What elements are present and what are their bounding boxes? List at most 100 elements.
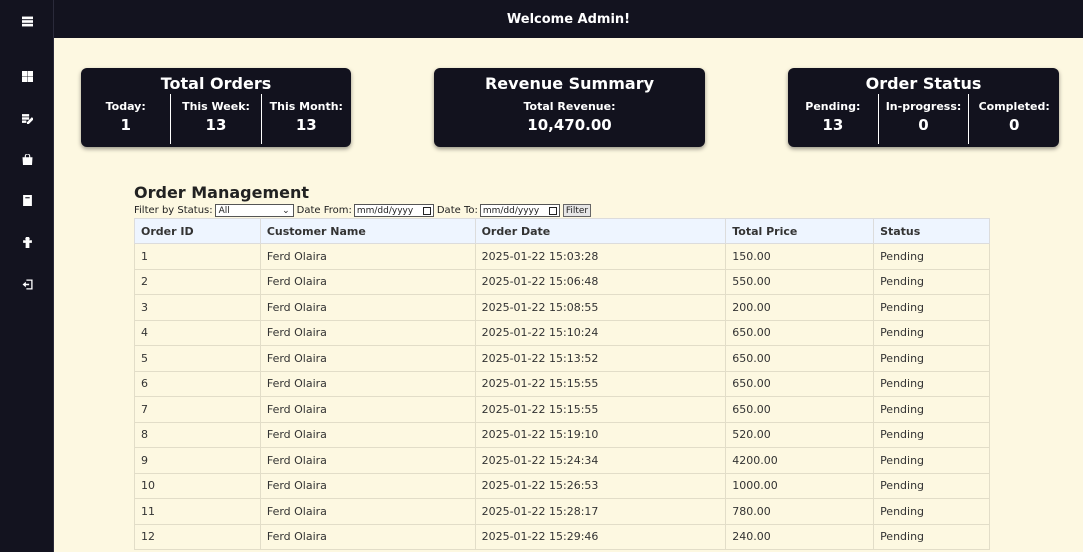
stat-label: Completed: [978, 100, 1050, 113]
order-date-cell: 2025-01-22 15:29:46 [474, 523, 727, 550]
stat-value: 13 [295, 116, 317, 134]
table-row: 7 Ferd Olaira 2025-01-22 15:15:55 650.00 Pen… [134, 396, 990, 423]
table-row: 12 Ferd Olaira 2025-01-22 15:29:46 240.00 Pe… [134, 523, 990, 550]
order-date-cell: 2025-01-22 15:24:34 [474, 447, 727, 474]
column-header: Order Date [474, 218, 727, 244]
order-id-cell: 4 [134, 319, 261, 346]
week-stat: This Week: 13 [170, 94, 260, 144]
status-select-value: All [218, 205, 230, 216]
status-filter-label: Filter by Status: [134, 205, 213, 216]
total-price-cell: 780.00 [725, 498, 875, 525]
orders-icon[interactable] [0, 108, 54, 128]
stat-label: This Week: [182, 100, 250, 113]
month-stat: This Month: 13 [260, 94, 351, 144]
table-row: 5 Ferd Olaira 2025-01-22 15:13:52 650.00 Pen… [134, 345, 990, 372]
logout-icon[interactable] [0, 274, 54, 294]
order-date-cell: 2025-01-22 15:28:17 [474, 498, 727, 525]
customer-name-cell: Ferd Olaira [259, 319, 476, 346]
status-select[interactable]: All ⌄ [214, 204, 294, 217]
book-icon[interactable] [0, 190, 54, 210]
column-header: Status [873, 218, 990, 244]
stat-value: 10,470.00 [527, 116, 612, 134]
date-to-input[interactable]: mm/dd/yyyy [479, 204, 560, 217]
order-date-cell: 2025-01-22 15:08:55 [474, 294, 727, 321]
user-icon[interactable] [0, 232, 54, 252]
stat-label: Total Revenue: [523, 100, 616, 113]
stat-value: 0 [918, 116, 929, 134]
stat-label: In-progress: [885, 100, 962, 113]
table-row: 2 Ferd Olaira 2025-01-22 15:06:48 550.00 Pen… [134, 268, 990, 295]
column-header: Order ID [134, 218, 261, 244]
table-row: 9 Ferd Olaira 2025-01-22 15:24:34 4200.00 Pe… [134, 447, 990, 474]
total-revenue-stat: Total Revenue: 10,470.00 [434, 94, 705, 144]
total-price-cell: 650.00 [725, 319, 875, 346]
total-price-cell: 240.00 [725, 523, 875, 550]
orders-table: Order ID Customer Name Order Date Total … [134, 218, 990, 550]
order-date-cell: 2025-01-22 15:10:24 [474, 319, 727, 346]
completed-stat: Completed: 0 [968, 94, 1059, 144]
order-date-cell: 2025-01-22 15:06:48 [474, 268, 727, 295]
status-cell: Pending [873, 345, 990, 372]
order-id-cell: 6 [134, 370, 261, 397]
date-from-input[interactable]: mm/dd/yyyy [353, 204, 434, 217]
status-cell: Pending [873, 268, 990, 295]
order-status-card: Order Status Pending: 13 In-progress: 0 … [788, 68, 1059, 147]
customer-name-cell: Ferd Olaira [259, 243, 476, 270]
total-price-cell: 520.00 [725, 421, 875, 448]
order-date-cell: 2025-01-22 15:03:28 [474, 243, 727, 270]
column-header: Customer Name [259, 218, 476, 244]
filter-bar: Filter by Status: All ⌄ Date From: mm/dd… [134, 203, 592, 218]
dashboard-icon[interactable] [0, 66, 54, 86]
top-bar: Welcome Admin! [54, 0, 1083, 38]
filter-button[interactable]: Filter [562, 204, 592, 217]
total-price-cell: 4200.00 [725, 447, 875, 474]
section-title: Order Management [134, 183, 310, 202]
customer-name-cell: Ferd Olaira [259, 498, 476, 525]
calendar-icon[interactable] [548, 206, 557, 215]
stat-value: 0 [1008, 116, 1020, 134]
status-cell: Pending [873, 472, 990, 499]
order-id-cell: 11 [134, 498, 261, 525]
order-date-cell: 2025-01-22 15:13:52 [474, 345, 727, 372]
order-date-cell: 2025-01-22 15:26:53 [474, 472, 727, 499]
status-cell: Pending [873, 421, 990, 448]
customer-name-cell: Ferd Olaira [259, 523, 476, 550]
stat-value: 1 [120, 116, 131, 134]
status-cell: Pending [873, 396, 990, 423]
date-from-label: Date From: [296, 205, 352, 216]
order-id-cell: 9 [134, 447, 261, 474]
status-cell: Pending [873, 498, 990, 525]
stat-label: Today: [105, 100, 146, 113]
status-cell: Pending [873, 319, 990, 346]
card-title: Order Status [865, 74, 982, 93]
customer-name-cell: Ferd Olaira [259, 396, 476, 423]
total-price-cell: 650.00 [725, 396, 875, 423]
revenue-summary-card: Revenue Summary Total Revenue: 10,470.00 [434, 68, 705, 147]
status-cell: Pending [873, 294, 990, 321]
total-price-cell: 150.00 [725, 243, 875, 270]
column-header: Total Price [725, 218, 875, 244]
status-cell: Pending [873, 370, 990, 397]
table-row: 8 Ferd Olaira 2025-01-22 15:19:10 520.00 Pen… [134, 421, 990, 448]
menu-icon[interactable] [0, 11, 54, 31]
sidebar [0, 0, 54, 552]
status-cell: Pending [873, 523, 990, 550]
calendar-icon[interactable] [422, 206, 431, 215]
total-price-cell: 650.00 [725, 345, 875, 372]
order-id-cell: 1 [134, 243, 261, 270]
order-id-cell: 12 [134, 523, 261, 550]
products-icon[interactable] [0, 149, 54, 169]
customer-name-cell: Ferd Olaira [259, 421, 476, 448]
stat-value: 13 [205, 116, 227, 134]
inprogress-stat: In-progress: 0 [877, 94, 969, 144]
customer-name-cell: Ferd Olaira [259, 345, 476, 372]
table-row: 10 Ferd Olaira 2025-01-22 15:26:53 1000.00 P… [134, 472, 990, 499]
order-id-cell: 3 [134, 294, 261, 321]
order-date-cell: 2025-01-22 15:15:55 [474, 396, 727, 423]
total-price-cell: 650.00 [725, 370, 875, 397]
order-id-cell: 2 [134, 268, 261, 295]
card-title: Total Orders [160, 74, 272, 93]
table-row: 11 Ferd Olaira 2025-01-22 15:28:17 780.00 Pe… [134, 498, 990, 525]
status-cell: Pending [873, 243, 990, 270]
total-price-cell: 1000.00 [725, 472, 875, 499]
